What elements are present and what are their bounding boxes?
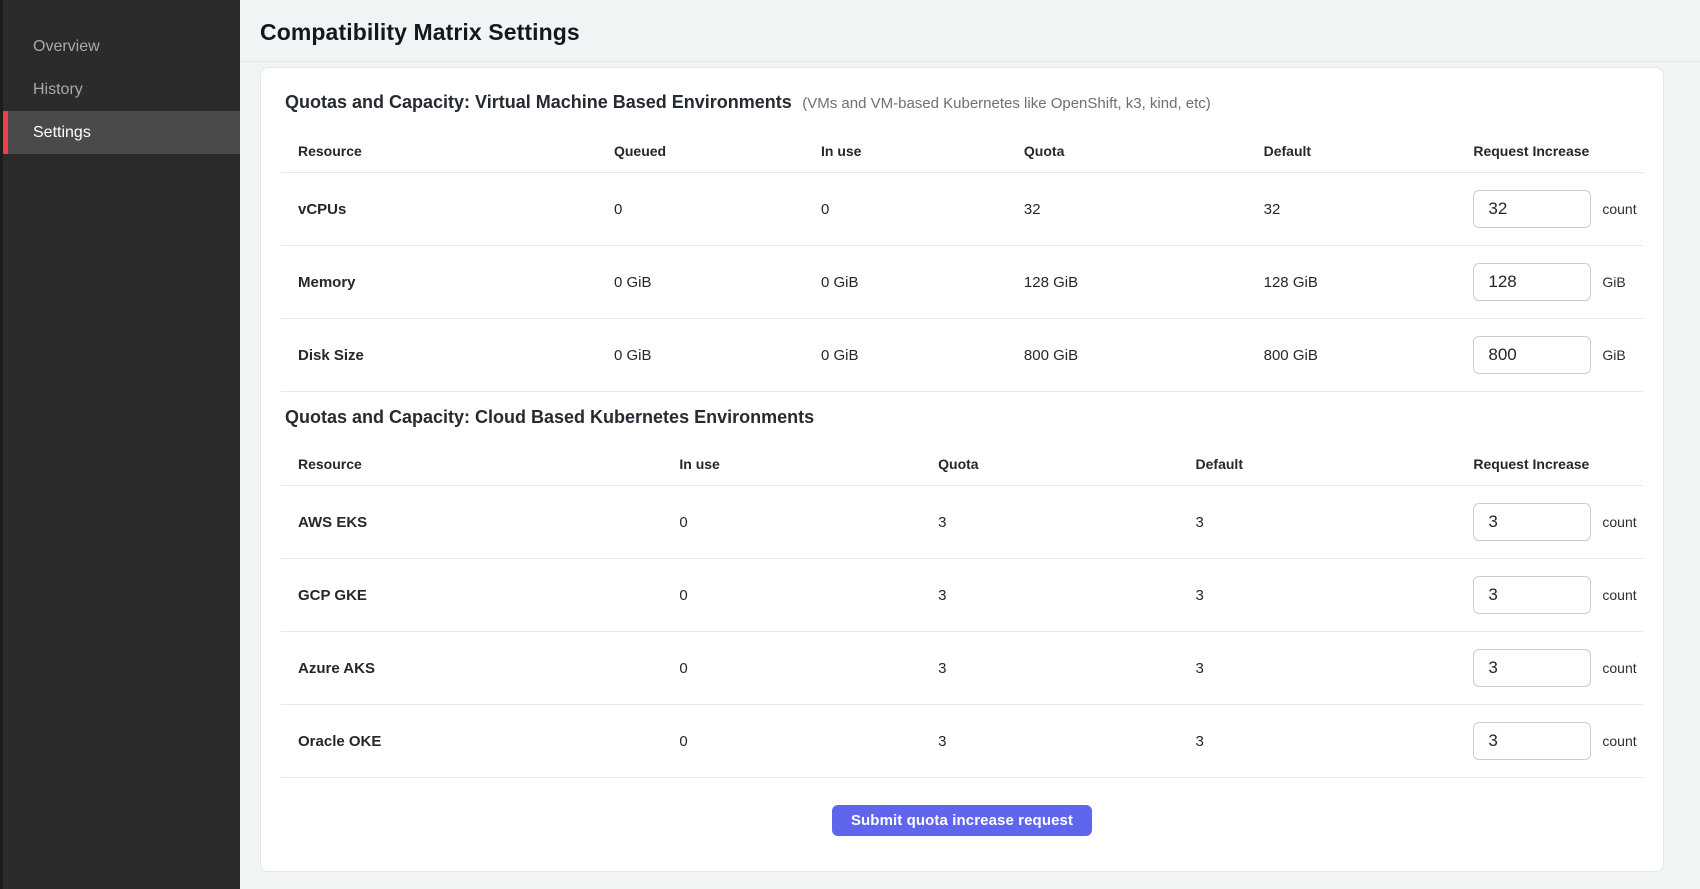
vm-section-subtitle: (VMs and VM-based Kubernetes like OpenSh… [802,95,1211,112]
unit-label: count [1602,587,1636,603]
default-value: 128 GiB [1247,274,1457,291]
column-header-request-increase: Request Increase [1456,143,1643,159]
sidebar-item-history[interactable]: History [3,68,240,111]
unit-label: count [1602,514,1636,530]
column-header-resource: Resource [281,143,597,159]
unit-label: count [1602,660,1636,676]
submit-row: Submit quota increase request [281,778,1643,836]
sidebar: Overview History Settings [0,0,240,889]
table-row-disk-size: Disk Size 0 GiB 0 GiB 800 GiB 800 GiB Gi… [281,319,1643,392]
column-header-default: Default [1179,456,1457,472]
unit-label: GiB [1602,274,1625,290]
column-header-in-use: In use [804,143,1007,159]
sidebar-item-settings[interactable]: Settings [3,111,240,154]
resource-label: vCPUs [281,201,597,218]
page-title: Compatibility Matrix Settings [260,19,1664,46]
resource-label: Oracle OKE [281,733,662,750]
queued-value: 0 GiB [597,347,804,364]
default-value: 3 [1179,514,1457,531]
in-use-value: 0 [662,587,921,604]
vm-table-header: Resource Queued In use Quota Default Req… [281,129,1643,173]
resource-label: Azure AKS [281,660,662,677]
unit-label: GiB [1602,347,1625,363]
in-use-value: 0 [804,201,1007,218]
vm-section-title: Quotas and Capacity: Virtual Machine Bas… [285,92,792,112]
page-header: Compatibility Matrix Settings [240,0,1700,62]
quota-value: 32 [1007,201,1247,218]
column-header-default: Default [1247,143,1457,159]
column-header-quota: Quota [1007,143,1247,159]
oracle-oke-request-input[interactable] [1473,722,1591,760]
resource-label: Disk Size [281,347,597,364]
submit-quota-increase-button[interactable]: Submit quota increase request [832,805,1092,836]
gcp-gke-request-input[interactable] [1473,576,1591,614]
vm-section-heading: Quotas and Capacity: Virtual Machine Bas… [285,92,1643,129]
resource-label: Memory [281,274,597,291]
disk-size-request-input[interactable] [1473,336,1591,374]
azure-aks-request-input[interactable] [1473,649,1591,687]
cloud-section-title: Quotas and Capacity: Cloud Based Kuberne… [285,407,814,427]
unit-label: count [1602,733,1636,749]
queued-value: 0 GiB [597,274,804,291]
default-value: 32 [1247,201,1457,218]
resource-label: GCP GKE [281,587,662,604]
queued-value: 0 [597,201,804,218]
table-row-gcp-gke: GCP GKE 0 3 3 count [281,559,1643,632]
column-header-queued: Queued [597,143,804,159]
table-row-aws-eks: AWS EKS 0 3 3 count [281,486,1643,559]
in-use-value: 0 GiB [804,347,1007,364]
resource-label: AWS EKS [281,514,662,531]
column-header-in-use: In use [662,456,921,472]
default-value: 3 [1179,660,1457,677]
vcpus-request-input[interactable] [1473,190,1591,228]
cloud-table-header: Resource In use Quota Default Request In… [281,442,1643,486]
aws-eks-request-input[interactable] [1473,503,1591,541]
quota-value: 800 GiB [1007,347,1247,364]
settings-card: Quotas and Capacity: Virtual Machine Bas… [260,67,1664,872]
quota-value: 3 [921,514,1178,531]
memory-request-input[interactable] [1473,263,1591,301]
in-use-value: 0 GiB [804,274,1007,291]
column-header-request-increase: Request Increase [1456,456,1643,472]
table-row-oracle-oke: Oracle OKE 0 3 3 count [281,705,1643,778]
cloud-section-heading: Quotas and Capacity: Cloud Based Kuberne… [285,392,1643,442]
table-row-azure-aks: Azure AKS 0 3 3 count [281,632,1643,705]
main-content: Compatibility Matrix Settings Quotas and… [240,0,1700,889]
in-use-value: 0 [662,660,921,677]
column-header-resource: Resource [281,456,662,472]
app-window: Overview History Settings Compatibility … [0,0,1700,889]
sidebar-item-overview[interactable]: Overview [3,25,240,68]
table-row-vcpus: vCPUs 0 0 32 32 count [281,173,1643,246]
default-value: 800 GiB [1247,347,1457,364]
column-header-quota: Quota [921,456,1178,472]
default-value: 3 [1179,733,1457,750]
quota-value: 3 [921,660,1178,677]
default-value: 3 [1179,587,1457,604]
in-use-value: 0 [662,733,921,750]
unit-label: count [1602,201,1636,217]
quota-value: 128 GiB [1007,274,1247,291]
table-row-memory: Memory 0 GiB 0 GiB 128 GiB 128 GiB GiB [281,246,1643,319]
quota-value: 3 [921,587,1178,604]
quota-value: 3 [921,733,1178,750]
in-use-value: 0 [662,514,921,531]
